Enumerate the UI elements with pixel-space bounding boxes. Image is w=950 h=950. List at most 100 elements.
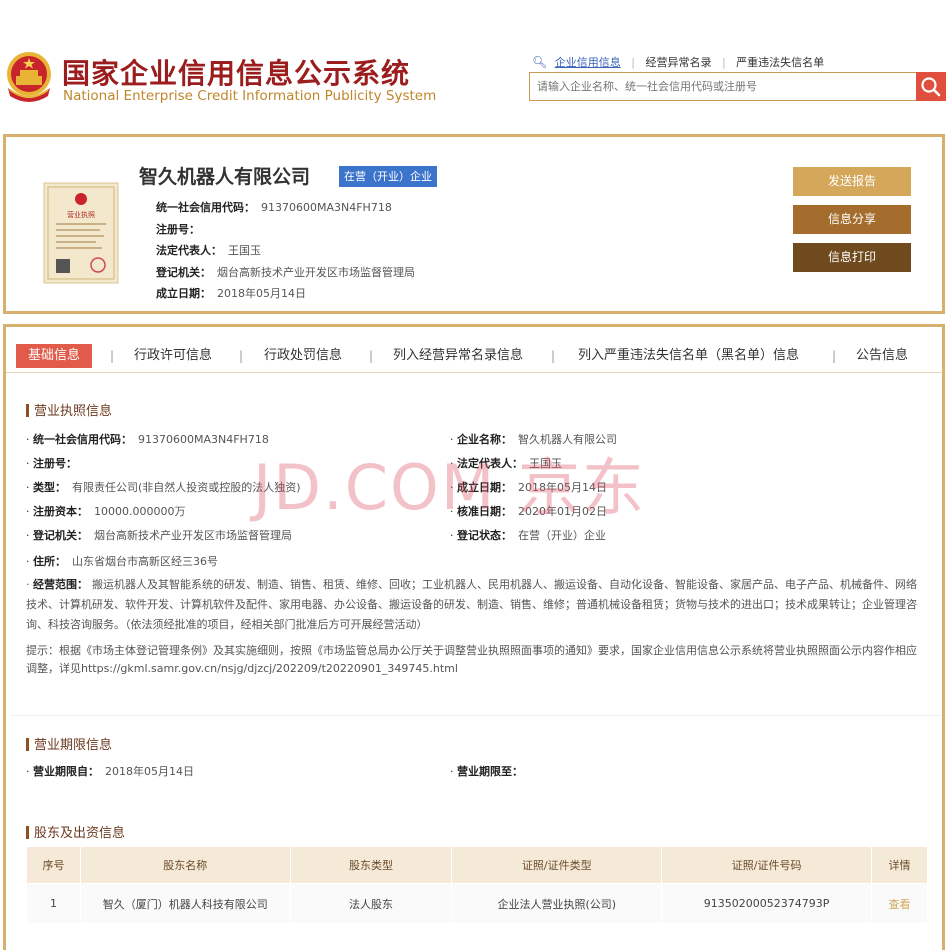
col-header: 股东名称 [79,846,291,884]
print-info-button[interactable]: 信息打印 [793,243,911,272]
section-title-text: 营业执照信息 [34,404,113,419]
site-subtitle: National Enterprise Credit Information P… [63,88,437,104]
field-label: 注册资本： [33,505,88,518]
divider: | [239,349,244,363]
field-value: 2018年05月14日 [217,287,306,300]
field-label: 类型： [33,481,66,494]
col-header: 股东类型 [289,846,453,884]
search-input[interactable] [530,73,916,100]
tab-basic-info[interactable]: 基础信息 [16,344,93,368]
field-label: 注册号： [156,222,200,236]
col-header: 证照/证件类型 [451,846,663,884]
field-label: 法定代表人： [457,457,523,470]
divider: | [551,349,556,363]
tab-admin-license[interactable]: 行政许可信息 [134,344,212,368]
term-from: · 营业期限自： 2018年05月14日 [26,765,194,778]
divider: | [631,56,635,69]
section-title-license: 营业执照信息 [26,400,112,419]
li-type: · 类型： 有限责任公司(非自然人投资或控股的法人独资) [26,481,301,494]
field-value: 王国玉 [228,244,261,257]
send-report-button[interactable]: 发送报告 [793,167,911,196]
field-label: 核准日期： [457,505,512,518]
table-cell: 91350200052374793P [661,883,873,924]
field-value: 2018年05月14日 [105,765,194,778]
section-bar [26,404,29,417]
field-label: 营业期限自： [33,765,99,778]
section-title-text: 营业期限信息 [34,738,113,753]
link-abnormal-list[interactable]: 经营异常名录 [645,56,711,69]
field-founded: 成立日期： 2018年05月14日 [156,283,415,305]
field-authority: 登记机关： 烟台高新技术产业开发区市场监督管理局 [156,262,415,284]
notice-tip: 提示：根据《市场主体登记管理条例》及其实施细则，按照《市场监管总局办公厅关于调整… [26,644,917,675]
table-cell: 智久（厦门）机器人科技有限公司 [79,883,291,924]
field-legal-rep: 法定代表人： 王国玉 [156,240,415,262]
table-cell: 1 [26,883,81,924]
national-emblem-icon [7,52,51,102]
site-title: 国家企业信用信息公示系统 [62,57,411,90]
field-value: 烟台高新技术产业开发区市场监督管理局 [94,529,292,542]
divider: | [721,56,726,69]
li-approved: · 核准日期： 2020年01月02日 [450,505,607,518]
business-scope: · 经营范围： 搬运机器人及其智能系统的研发、制造、销售、租赁、维修、回收；工业机… [26,578,917,631]
li-credit-code: · 统一社会信用代码： 91370600MA3N4FH718 [26,433,269,446]
field-label: 注册号： [33,457,77,470]
business-license-thumbnail[interactable]: 营业执照 [40,177,122,287]
col-header: 证照/证件号码 [661,846,873,884]
col-header: 详情 [871,846,928,884]
site-header: 国家企业信用信息公示系统 National Enterprise Credit … [0,30,950,120]
field-label: 法定代表人： [156,244,222,257]
field-label: 成立日期： [457,481,512,494]
company-card: 营业执照 智久机器人有限公司 在营（开业）企业 统一社会信用代码： 9137060… [3,134,945,314]
shareholders-table: 序号 股东名称 股东类型 证照/证件类型 证照/证件号码 详情 1 智久（厦门）… [26,846,928,924]
field-reg-no: 注册号： [156,219,415,241]
field-value: 烟台高新技术产业开发区市场监督管理局 [217,265,415,279]
tab-admin-penalty[interactable]: 行政处罚信息 [264,344,342,368]
license-label: 营业执照 [67,210,95,219]
field-value: 有限责任公司(非自然人投资或控股的法人独资) [72,481,301,494]
share-info-button[interactable]: 信息分享 [793,205,911,234]
field-value: 10000.000000万 [94,505,186,518]
tab-abnormal-list[interactable]: 列入经营异常名录信息 [393,344,523,368]
col-header: 序号 [26,846,81,884]
field-label: 成立日期： [156,287,211,300]
view-details-link[interactable]: 查看 [871,883,928,924]
tab-blacklist[interactable]: 列入严重违法失信名单（黑名单）信息 [578,344,799,368]
field-value: 2018年05月14日 [518,481,607,494]
field-value: 在营（开业）企业 [518,529,606,542]
li-capital: · 注册资本： 10000.000000万 [26,505,186,518]
table-row: 1 智久（厦门）机器人科技有限公司 法人股东 企业法人营业执照(公司) 9135… [26,883,928,924]
li-legal-rep: · 法定代表人： 王国玉 [450,457,562,470]
link-blacklist[interactable]: 严重违法失信名单 [736,56,824,69]
company-name: 智久机器人有限公司 [139,166,311,188]
field-value: 搬运机器人及其智能系统的研发、制造、销售、租赁、维修、回收；工业机器人、民用机器… [26,578,917,631]
field-value: 91370600MA3N4FH718 [138,433,269,446]
search-type-links: 🔍︎ 企业信用信息 | 经营异常名录 | 严重违法失信名单 [532,54,824,70]
field-value: 91370600MA3N4FH718 [261,201,392,214]
field-label: 登记机关： [156,265,211,279]
table-cell: 法人股东 [289,883,453,924]
section-bar [26,738,29,751]
info-tabs: 基础信息 | 行政许可信息 | 行政处罚信息 | 列入经营异常名录信息 | 列入… [6,337,942,373]
table-header-row: 序号 股东名称 股东类型 证照/证件类型 证照/证件号码 详情 [26,846,928,884]
field-value: 山东省烟台市高新区经三36号 [72,555,218,568]
field-label: 登记机关： [33,529,88,542]
section-title-shareholders: 股东及出资信息 [26,822,125,841]
detail-panel: 基础信息 | 行政许可信息 | 行政处罚信息 | 列入经营异常名录信息 | 列入… [3,324,945,950]
magnifier-icon [921,77,941,97]
divider: | [832,349,837,363]
li-reg-no: · 注册号： [26,457,77,470]
term-to: · 营业期限至： [450,765,523,778]
field-label: 企业名称： [457,433,512,446]
li-address: · 住所： 山东省烟台市高新区经三36号 [26,555,218,568]
search-button[interactable] [916,72,946,101]
field-value: 王国玉 [529,457,562,470]
section-title-text: 股东及出资信息 [34,826,126,841]
field-credit-code: 统一社会信用代码： 91370600MA3N4FH718 [156,197,415,219]
link-enterprise-credit[interactable]: 企业信用信息 [555,56,621,69]
field-value: 智久机器人有限公司 [518,433,617,446]
tab-announcements[interactable]: 公告信息 [856,344,908,368]
section-bar [26,826,29,839]
table-cell: 企业法人营业执照(公司) [451,883,663,924]
section-title-term: 营业期限信息 [26,734,112,753]
search-box [529,72,916,101]
